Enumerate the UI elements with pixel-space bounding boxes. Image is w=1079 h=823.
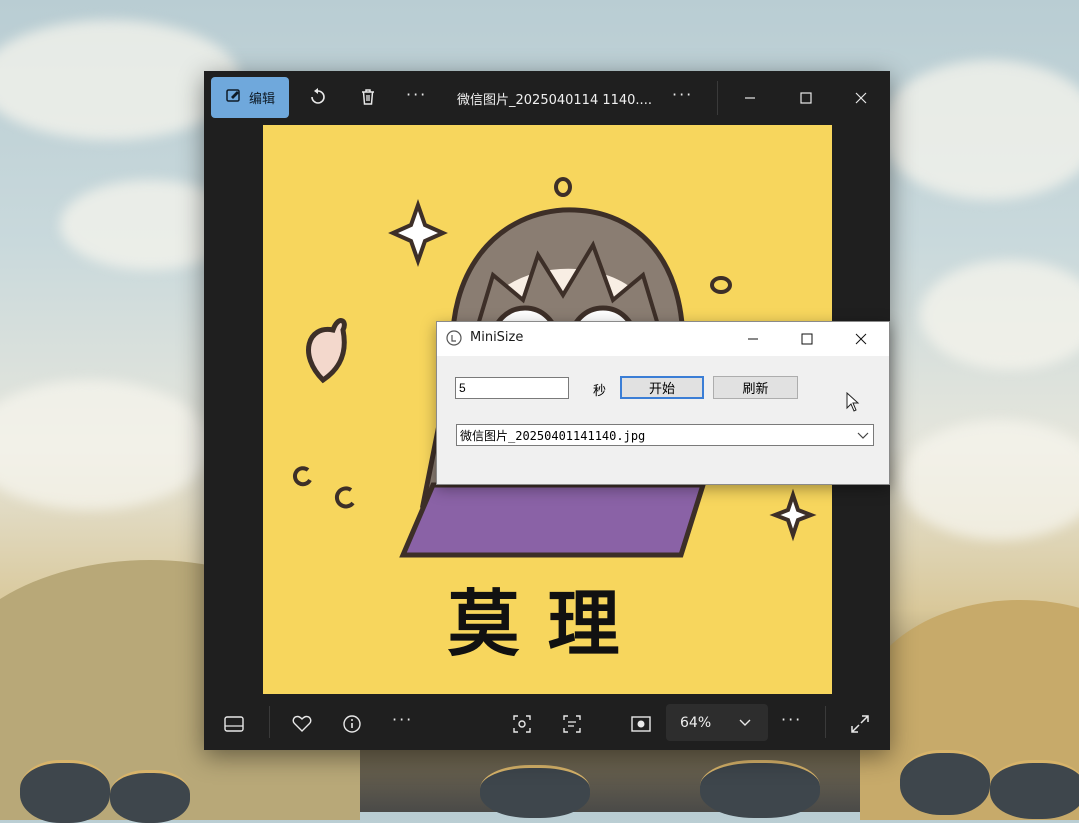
selected-file: 微信图片_20250401141140.jpg	[460, 428, 646, 443]
favorite-icon[interactable]	[288, 710, 316, 738]
title-more-icon[interactable]: ···	[672, 85, 693, 104]
more-options-icon[interactable]: ···	[406, 85, 427, 104]
file-select[interactable]: 微信图片_20250401141140.jpg	[456, 424, 874, 446]
viewer-toolbar: 编辑 ··· 微信图片_2025040114 1140.... ···	[204, 71, 890, 125]
rotate-icon[interactable]	[304, 83, 332, 111]
bottom-divider	[269, 706, 270, 738]
actual-size-icon[interactable]	[627, 710, 655, 738]
maximize-icon[interactable]	[793, 85, 819, 111]
close-icon[interactable]	[848, 85, 874, 111]
minisize-window: MiniSize 秒 开始 刷新 微信图片_20250401141140.jpg	[436, 321, 890, 485]
text-scan-icon[interactable]	[558, 710, 586, 738]
file-title: 微信图片_2025040114 1140....	[457, 93, 652, 108]
edit-button[interactable]: 编辑	[211, 77, 289, 118]
edit-label: 编辑	[248, 92, 275, 107]
start-button[interactable]: 开始	[620, 376, 704, 399]
chevron-down-icon	[857, 429, 869, 441]
minimize-icon[interactable]	[737, 85, 763, 111]
minisize-app-icon	[446, 330, 462, 346]
mouse-cursor-icon	[846, 391, 860, 416]
photo-caption: 莫理	[447, 582, 648, 666]
filmstrip-icon[interactable]	[220, 710, 248, 738]
minisize-close-icon[interactable]	[847, 326, 875, 352]
minisize-title: MiniSize	[470, 330, 524, 345]
toolbar-divider	[717, 81, 718, 115]
chevron-down-icon	[739, 715, 751, 731]
info-icon[interactable]	[338, 710, 366, 738]
zoom-level: 64%	[680, 714, 712, 731]
visual-search-icon[interactable]	[508, 710, 536, 738]
seconds-unit-label: 秒	[593, 384, 607, 399]
bottom-divider-right	[825, 706, 826, 738]
viewer-bottom-bar: ··· 64% ···	[204, 694, 890, 750]
zoom-more-icon[interactable]: ···	[781, 710, 802, 729]
minisize-titlebar[interactable]: MiniSize	[437, 322, 889, 356]
refresh-button[interactable]: 刷新	[713, 376, 798, 399]
minisize-maximize-icon[interactable]	[793, 326, 821, 352]
seconds-input[interactable]	[455, 377, 569, 399]
delete-icon[interactable]	[354, 83, 382, 111]
minisize-minimize-icon[interactable]	[739, 326, 767, 352]
fullscreen-icon[interactable]	[846, 710, 874, 738]
zoom-dropdown[interactable]: 64%	[666, 704, 768, 741]
edit-image-icon	[225, 87, 243, 109]
bottom-more-icon[interactable]: ···	[392, 710, 413, 729]
